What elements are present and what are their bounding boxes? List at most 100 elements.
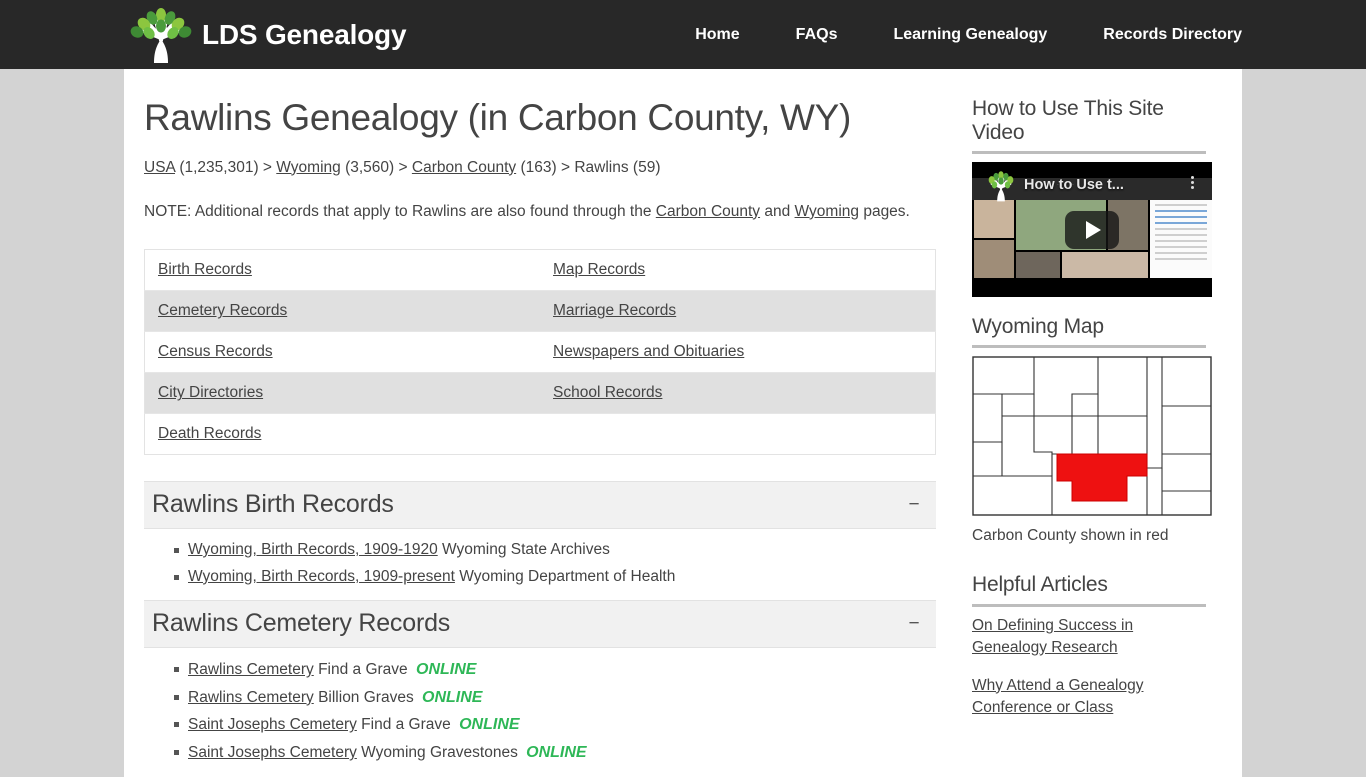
breadcrumb-link-usa[interactable]: USA [144,159,175,176]
table-cell: Newspapers and Obituaries [540,331,936,373]
nav-item-records-directory[interactable]: Records Directory [1075,0,1242,69]
record-categories-table: Birth Records Map Records Cemetery Recor… [144,249,936,456]
record-entry-link[interactable]: Saint Josephs Cemetery [188,716,357,733]
note-middle: and [760,202,795,220]
record-link-marriage-records[interactable]: Marriage Records [553,302,676,319]
widget-heading-articles: Helpful Articles [972,573,1108,597]
play-button-icon[interactable] [1065,210,1119,249]
brand-name: LDS Genealogy [202,18,407,50]
record-entry-source: Wyoming Department of Health [459,567,676,585]
breadcrumb-separator: > [262,158,272,176]
table-cell [540,413,936,455]
table-cell: Birth Records [145,250,541,291]
record-entry-link[interactable]: Rawlins Cemetery [188,661,314,678]
breadcrumb-count-carbon-county: (163) [520,158,557,176]
record-link-newspapers-obituaries[interactable]: Newspapers and Obituaries [553,343,744,360]
widget-heading-video: How to Use This Site Video [972,97,1164,145]
section-header-cemetery-records[interactable]: Rawlins Cemetery Records − [144,600,936,649]
section-header-birth-records[interactable]: Rawlins Birth Records − [144,481,936,530]
widget-heading-map: Wyoming Map [972,315,1104,339]
list-item: Rawlins Cemetery Billion Graves ONLINE [174,684,936,712]
table-cell: Map Records [540,250,936,291]
record-link-cemetery-records[interactable]: Cemetery Records [158,302,287,319]
record-entry-source: Find a Grave [361,716,451,734]
record-entry-link[interactable]: Rawlins Cemetery [188,689,314,706]
section-birth-records: Rawlins Birth Records − Wyoming, Birth R… [144,481,936,590]
breadcrumb-separator: > [560,158,571,176]
table-row: City Directories School Records [144,372,936,414]
table-cell: Death Records [144,413,540,455]
table-cell: Marriage Records [540,290,936,332]
section-title: Rawlins Birth Records [152,490,394,519]
kebab-menu-icon[interactable] [1191,176,1194,190]
text-line [1155,216,1207,219]
record-link-school-records[interactable]: School Records [553,384,662,401]
record-link-census-records[interactable]: Census Records [158,343,273,360]
photo-tile [974,200,1014,239]
photo-tile [1016,252,1060,279]
note-link-carbon-county[interactable]: Carbon County [656,203,760,220]
divider [972,151,1206,155]
video-tree-logo-icon [988,171,1014,202]
record-link-map-records[interactable]: Map Records [553,261,645,278]
video-overlay-title[interactable]: How to Use t... [1024,178,1124,193]
nav-item-home[interactable]: Home [667,0,767,69]
widget-video: How to Use This Site Video · · · · How t… [972,97,1212,298]
map-caption: Carbon County shown in red [972,527,1169,545]
page-container: Rawlins Genealogy (in Carbon County, WY)… [124,69,1242,777]
note-link-wyoming[interactable]: Wyoming [795,203,859,220]
list-item: Saint Josephs Cemetery Wyoming Graveston… [174,739,936,767]
list-item: Wyoming, Birth Records, 1909-1920 Wyomin… [174,537,936,564]
text-line [1155,258,1207,261]
document-panel [1150,200,1212,279]
wyoming-county-map [972,356,1212,521]
online-badge: ONLINE [526,744,587,762]
photo-tile [1062,252,1148,279]
text-line [1155,246,1207,249]
record-entry-link[interactable]: Wyoming, Birth Records, 1909-present [188,568,455,585]
video-player-thumbnail[interactable]: · · · · How to Use t... [972,162,1212,298]
sidebar: How to Use This Site Video · · · · How t… [948,69,1242,777]
record-link-death-records[interactable]: Death Records [158,425,261,442]
site-logo-link[interactable]: LDS Genealogy [130,0,407,69]
record-link-city-directories[interactable]: City Directories [158,384,263,401]
breadcrumb-link-carbon-county[interactable]: Carbon County [412,159,516,176]
map-svg [972,356,1212,517]
main-content: Rawlins Genealogy (in Carbon County, WY)… [124,69,948,777]
text-line [1155,210,1207,213]
nav-item-learning-genealogy[interactable]: Learning Genealogy [865,0,1075,69]
table-row: Cemetery Records Marriage Records [144,290,936,332]
record-entry-source: Find a Grave [318,661,408,679]
breadcrumb-link-wyoming[interactable]: Wyoming [276,159,340,176]
breadcrumb-separator: > [398,158,408,176]
collapse-minus-icon[interactable]: − [906,614,922,633]
table-cell: School Records [540,372,936,414]
divider [972,603,1206,607]
breadcrumb-current-rawlins: Rawlins [574,158,629,176]
article-link-defining-success[interactable]: On Defining Success in Genealogy Researc… [972,615,1206,659]
record-entry-link[interactable]: Saint Josephs Cemetery [188,744,357,761]
record-entry-link[interactable]: Wyoming, Birth Records, 1909-1920 [188,541,438,558]
online-badge: ONLINE [459,716,520,734]
breadcrumb: USA (1,235,301) > Wyoming (3,560) > Carb… [144,156,948,179]
record-entry-source: Wyoming State Archives [442,541,610,559]
list-item: Wyoming, Birth Records, 1909-present Wyo… [174,564,936,591]
section-cemetery-records: Rawlins Cemetery Records − Rawlins Cemet… [144,600,936,766]
breadcrumb-count-usa: (1,235,301) [179,158,259,176]
table-row: Death Records [144,413,936,455]
nav-item-faqs[interactable]: FAQs [768,0,866,69]
record-list-birth: Wyoming, Birth Records, 1909-1920 Wyomin… [144,537,936,590]
collapse-minus-icon[interactable]: − [906,495,922,514]
list-item: Saint Josephs Cemetery Find a Grave ONLI… [174,711,936,739]
section-title: Rawlins Cemetery Records [152,609,451,638]
table-cell: Census Records [144,331,540,373]
article-link-genealogy-conference[interactable]: Why Attend a Genealogy Conference or Cla… [972,675,1206,719]
record-entry-source: Billion Graves [318,688,414,706]
note-text: NOTE: Additional records that apply to R… [144,201,934,223]
note-prefix: NOTE: Additional records that apply to R… [144,202,656,220]
record-link-birth-records[interactable]: Birth Records [158,261,252,278]
page-title: Rawlins Genealogy (in Carbon County, WY) [144,97,852,138]
text-line [1155,252,1207,255]
record-entry-source: Wyoming Gravestones [361,744,518,762]
record-list-cemetery: Rawlins Cemetery Find a Grave ONLINE Raw… [144,656,936,767]
